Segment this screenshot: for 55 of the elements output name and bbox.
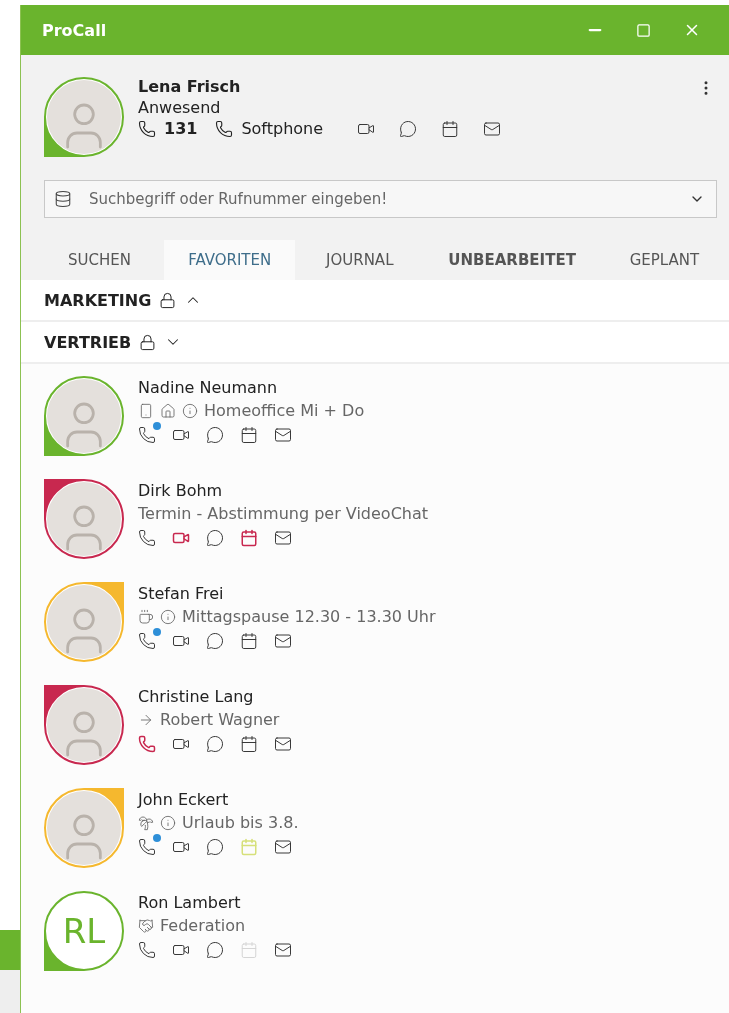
mail-icon[interactable]: [483, 119, 502, 138]
tab[interactable]: SUCHEN: [35, 240, 165, 280]
mail-icon[interactable]: [274, 838, 292, 856]
group-name: VERTRIEB: [44, 332, 132, 352]
contact-status: Federation: [160, 916, 246, 935]
extension-number: 131: [164, 119, 198, 138]
chat-icon[interactable]: [206, 941, 224, 959]
contact-name: John Eckert: [138, 790, 230, 809]
contact-name: Stefan Frei: [138, 584, 225, 603]
contact-status: Termin - Abstimmung per VideoChat: [138, 504, 429, 523]
mail-icon[interactable]: [274, 632, 292, 650]
tab[interactable]: FAVORITEN: [164, 240, 296, 280]
contact-name: Christine Lang: [138, 687, 255, 706]
user-name: Lena Frisch: [138, 77, 242, 96]
contact-status: Robert Wagner: [160, 710, 280, 729]
tab[interactable]: GEPLANT: [599, 240, 729, 280]
device-name: Softphone: [241, 119, 324, 138]
calendar-icon[interactable]: [240, 735, 258, 753]
chat-icon[interactable]: [206, 735, 224, 753]
group-name: MARKETING: [44, 290, 152, 310]
mail-icon[interactable]: [274, 426, 292, 444]
tab[interactable]: UNBEARBEITET: [424, 240, 600, 280]
phone-icon[interactable]: [138, 838, 156, 856]
phone-icon[interactable]: [138, 529, 156, 547]
tab[interactable]: JOURNAL: [295, 240, 425, 280]
phone-icon: [138, 119, 156, 138]
avatar-initials: RL: [62, 911, 106, 951]
calendar-icon[interactable]: [441, 119, 460, 138]
user-status: Anwesend: [138, 98, 222, 117]
contact-status: Mittagspause 12.30 - 13.30 Uhr: [182, 607, 436, 626]
calendar-icon[interactable]: [240, 426, 258, 444]
database-icon: [54, 190, 72, 208]
contact-name: Dirk Bohm: [138, 481, 224, 500]
mail-icon[interactable]: [274, 941, 292, 959]
chat-icon[interactable]: [399, 119, 418, 138]
calendar-icon[interactable]: [240, 632, 258, 650]
contact-status: Homeoffice Mi + Do: [204, 401, 365, 420]
contact-status: Urlaub bis 3.8.: [182, 813, 299, 832]
mail-icon[interactable]: [274, 529, 292, 547]
contact-name: Nadine Neumann: [138, 378, 279, 397]
search-field[interactable]: Suchbegriff oder Rufnummer eingeben!: [44, 180, 717, 218]
contact-name: Ron Lambert: [138, 893, 242, 912]
phone-icon[interactable]: [138, 632, 156, 650]
desktop-panel: [0, 930, 20, 970]
mail-icon[interactable]: [274, 735, 292, 753]
phone-icon[interactable]: [138, 941, 156, 959]
window-title: ProCall: [42, 20, 108, 40]
chat-icon[interactable]: [206, 426, 224, 444]
phone-icon[interactable]: [138, 735, 156, 753]
chat-icon[interactable]: [206, 529, 224, 547]
phone-icon: [215, 119, 234, 138]
chat-icon[interactable]: [206, 632, 224, 650]
calendar-icon[interactable]: [240, 529, 258, 547]
chat-icon[interactable]: [206, 838, 224, 856]
phone-icon[interactable]: [138, 426, 156, 444]
